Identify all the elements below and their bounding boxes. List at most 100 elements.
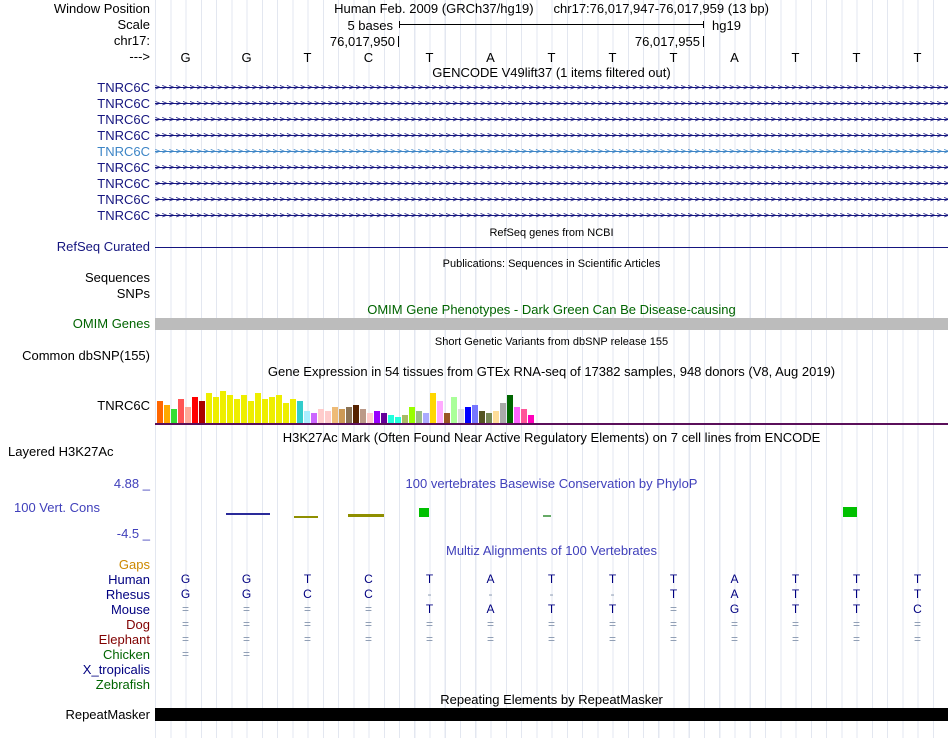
- gtex-tissue-bar[interactable]: [339, 409, 345, 423]
- gtex-tissue-bar[interactable]: [213, 397, 219, 423]
- gtex-tissue-bar[interactable]: [416, 411, 422, 423]
- gtex-tissue-bar[interactable]: [367, 413, 373, 423]
- gtex-tissue-bar[interactable]: [157, 401, 163, 423]
- gtex-tissue-bar[interactable]: [402, 415, 408, 423]
- gtex-tissue-bar[interactable]: [234, 399, 240, 423]
- repeatmasker-label[interactable]: RepeatMasker: [0, 708, 150, 722]
- refseq-gene-line[interactable]: [155, 247, 948, 248]
- publications-track-title[interactable]: Publications: Sequences in Scientific Ar…: [155, 257, 948, 271]
- gtex-gene-label[interactable]: TNRC6C: [0, 399, 150, 413]
- transcript-intron-arrows[interactable]: >>>>>>>>>>>>>>>>>>>>>>>>>>>>>>>>>>>>>>>>…: [155, 96, 948, 112]
- conservation-label[interactable]: 100 Vert. Cons: [14, 501, 100, 515]
- transcript-intron-arrows[interactable]: >>>>>>>>>>>>>>>>>>>>>>>>>>>>>>>>>>>>>>>>…: [155, 144, 948, 160]
- gtex-tissue-bar[interactable]: [500, 403, 506, 423]
- gtex-tissue-bar[interactable]: [409, 407, 415, 423]
- gene-row-label[interactable]: TNRC6C: [0, 145, 150, 159]
- gencode-track-title[interactable]: GENCODE V49lift37 (1 items filtered out): [155, 66, 948, 80]
- gtex-tissue-bar[interactable]: [304, 411, 310, 423]
- species-label-human[interactable]: Human: [0, 573, 150, 587]
- species-label-rhesus[interactable]: Rhesus: [0, 588, 150, 602]
- gtex-tissue-bar[interactable]: [430, 393, 436, 423]
- gtex-tissue-bar[interactable]: [444, 413, 450, 423]
- gene-row-label[interactable]: TNRC6C: [0, 161, 150, 175]
- gtex-tissue-bar[interactable]: [178, 399, 184, 423]
- repeatmasker-track-title[interactable]: Repeating Elements by RepeatMasker: [155, 693, 948, 707]
- gtex-tissue-bar[interactable]: [486, 413, 492, 423]
- gene-row-label[interactable]: TNRC6C: [0, 113, 150, 127]
- multiz-track-title[interactable]: Multiz Alignments of 100 Vertebrates: [155, 544, 948, 558]
- gtex-tissue-bar[interactable]: [311, 413, 317, 423]
- gtex-tissue-bar[interactable]: [451, 397, 457, 423]
- species-label-chicken[interactable]: Chicken: [0, 648, 150, 662]
- gene-row-label[interactable]: TNRC6C: [0, 81, 150, 95]
- gtex-tissue-bar[interactable]: [297, 401, 303, 423]
- species-label-mouse[interactable]: Mouse: [0, 603, 150, 617]
- gtex-tissue-bar[interactable]: [521, 409, 527, 423]
- transcript-intron-arrows[interactable]: >>>>>>>>>>>>>>>>>>>>>>>>>>>>>>>>>>>>>>>>…: [155, 128, 948, 144]
- omim-gene-bar[interactable]: [155, 318, 948, 330]
- dbsnp-label[interactable]: Common dbSNP(155): [0, 349, 150, 363]
- omim-track-title[interactable]: OMIM Gene Phenotypes - Dark Green Can Be…: [155, 303, 948, 317]
- gene-row-label[interactable]: TNRC6C: [0, 209, 150, 223]
- transcript-intron-arrows[interactable]: >>>>>>>>>>>>>>>>>>>>>>>>>>>>>>>>>>>>>>>>…: [155, 112, 948, 128]
- species-label-gaps[interactable]: Gaps: [0, 558, 150, 572]
- gtex-tissue-bar[interactable]: [269, 397, 275, 423]
- gtex-expression-barchart[interactable]: [157, 381, 534, 423]
- gtex-tissue-bar[interactable]: [528, 415, 534, 423]
- gtex-tissue-bar[interactable]: [227, 395, 233, 423]
- gtex-tissue-bar[interactable]: [220, 391, 226, 423]
- refseq-curated-label[interactable]: RefSeq Curated: [0, 240, 150, 254]
- transcript-intron-arrows[interactable]: >>>>>>>>>>>>>>>>>>>>>>>>>>>>>>>>>>>>>>>>…: [155, 192, 948, 208]
- gtex-tissue-bar[interactable]: [290, 399, 296, 423]
- species-label-dog[interactable]: Dog: [0, 618, 150, 632]
- gtex-tissue-bar[interactable]: [262, 399, 268, 423]
- transcript-intron-arrows[interactable]: >>>>>>>>>>>>>>>>>>>>>>>>>>>>>>>>>>>>>>>>…: [155, 80, 948, 96]
- gtex-tissue-bar[interactable]: [248, 401, 254, 423]
- h3k27ac-track-title[interactable]: H3K27Ac Mark (Often Found Near Active Re…: [155, 431, 948, 445]
- species-label-zebrafish[interactable]: Zebrafish: [0, 678, 150, 692]
- gtex-track-title[interactable]: Gene Expression in 54 tissues from GTEx …: [155, 365, 948, 379]
- gtex-tissue-bar[interactable]: [423, 413, 429, 423]
- species-label-elephant[interactable]: Elephant: [0, 633, 150, 647]
- gtex-tissue-bar[interactable]: [360, 409, 366, 423]
- gtex-tissue-bar[interactable]: [458, 409, 464, 423]
- gtex-tissue-bar[interactable]: [171, 409, 177, 423]
- gene-row-label[interactable]: TNRC6C: [0, 129, 150, 143]
- gtex-tissue-bar[interactable]: [353, 405, 359, 423]
- gtex-tissue-bar[interactable]: [465, 407, 471, 423]
- gtex-tissue-bar[interactable]: [472, 405, 478, 423]
- h3k27ac-label[interactable]: Layered H3K27Ac: [8, 445, 114, 459]
- gtex-tissue-bar[interactable]: [346, 407, 352, 423]
- gtex-tissue-bar[interactable]: [332, 407, 338, 423]
- conservation-track-title[interactable]: 100 vertebrates Basewise Conservation by…: [155, 477, 948, 491]
- transcript-intron-arrows[interactable]: >>>>>>>>>>>>>>>>>>>>>>>>>>>>>>>>>>>>>>>>…: [155, 208, 948, 224]
- gtex-tissue-bar[interactable]: [514, 407, 520, 423]
- gtex-tissue-bar[interactable]: [325, 411, 331, 423]
- gtex-tissue-bar[interactable]: [283, 403, 289, 423]
- refseq-track-title[interactable]: RefSeq genes from NCBI: [155, 226, 948, 240]
- gtex-tissue-bar[interactable]: [507, 395, 513, 423]
- transcript-intron-arrows[interactable]: >>>>>>>>>>>>>>>>>>>>>>>>>>>>>>>>>>>>>>>>…: [155, 160, 948, 176]
- snps-label[interactable]: SNPs: [0, 287, 150, 301]
- repeat-element-bar[interactable]: [155, 708, 948, 721]
- gtex-tissue-bar[interactable]: [164, 405, 170, 423]
- sequences-label[interactable]: Sequences: [0, 271, 150, 285]
- gene-row-label[interactable]: TNRC6C: [0, 193, 150, 207]
- gtex-tissue-bar[interactable]: [437, 401, 443, 423]
- gtex-tissue-bar[interactable]: [493, 411, 499, 423]
- gene-row-label[interactable]: TNRC6C: [0, 97, 150, 111]
- gtex-tissue-bar[interactable]: [255, 393, 261, 423]
- gtex-tissue-bar[interactable]: [241, 395, 247, 423]
- species-label-x_tropicalis[interactable]: X_tropicalis: [0, 663, 150, 677]
- dbsnp-track-title[interactable]: Short Genetic Variants from dbSNP releas…: [155, 335, 948, 349]
- gtex-tissue-bar[interactable]: [185, 407, 191, 423]
- gtex-tissue-bar[interactable]: [192, 397, 198, 423]
- gtex-tissue-bar[interactable]: [388, 415, 394, 423]
- gtex-tissue-bar[interactable]: [381, 413, 387, 423]
- gtex-tissue-bar[interactable]: [479, 411, 485, 423]
- gtex-tissue-bar[interactable]: [199, 401, 205, 423]
- gtex-tissue-bar[interactable]: [374, 411, 380, 423]
- gene-row-label[interactable]: TNRC6C: [0, 177, 150, 191]
- gtex-tissue-bar[interactable]: [276, 395, 282, 423]
- gtex-tissue-bar[interactable]: [206, 393, 212, 423]
